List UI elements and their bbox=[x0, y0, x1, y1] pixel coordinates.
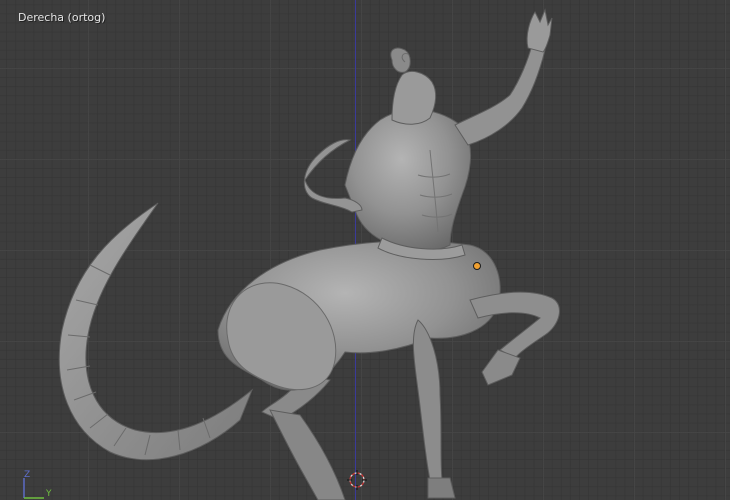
front-leg-standing bbox=[412, 319, 443, 481]
horn bbox=[390, 47, 411, 73]
centaur-model[interactable] bbox=[0, 0, 730, 500]
view-label: Derecha (ortog) bbox=[18, 11, 106, 24]
object-origin-icon[interactable] bbox=[473, 262, 481, 270]
front-hoof-standing bbox=[427, 477, 456, 499]
right-arm-raised bbox=[454, 44, 546, 146]
3d-viewport[interactable]: Z Y Derecha (ortog) bbox=[0, 0, 730, 500]
head bbox=[391, 71, 437, 125]
human-torso bbox=[344, 109, 471, 252]
right-hand bbox=[526, 8, 553, 53]
axis-y-label: Y bbox=[46, 489, 52, 499]
axis-gizmo: Z Y bbox=[14, 470, 64, 500]
hind-lower-leg bbox=[269, 409, 346, 500]
3d-cursor-icon[interactable] bbox=[347, 470, 367, 490]
axis-z-label: Z bbox=[24, 470, 31, 480]
